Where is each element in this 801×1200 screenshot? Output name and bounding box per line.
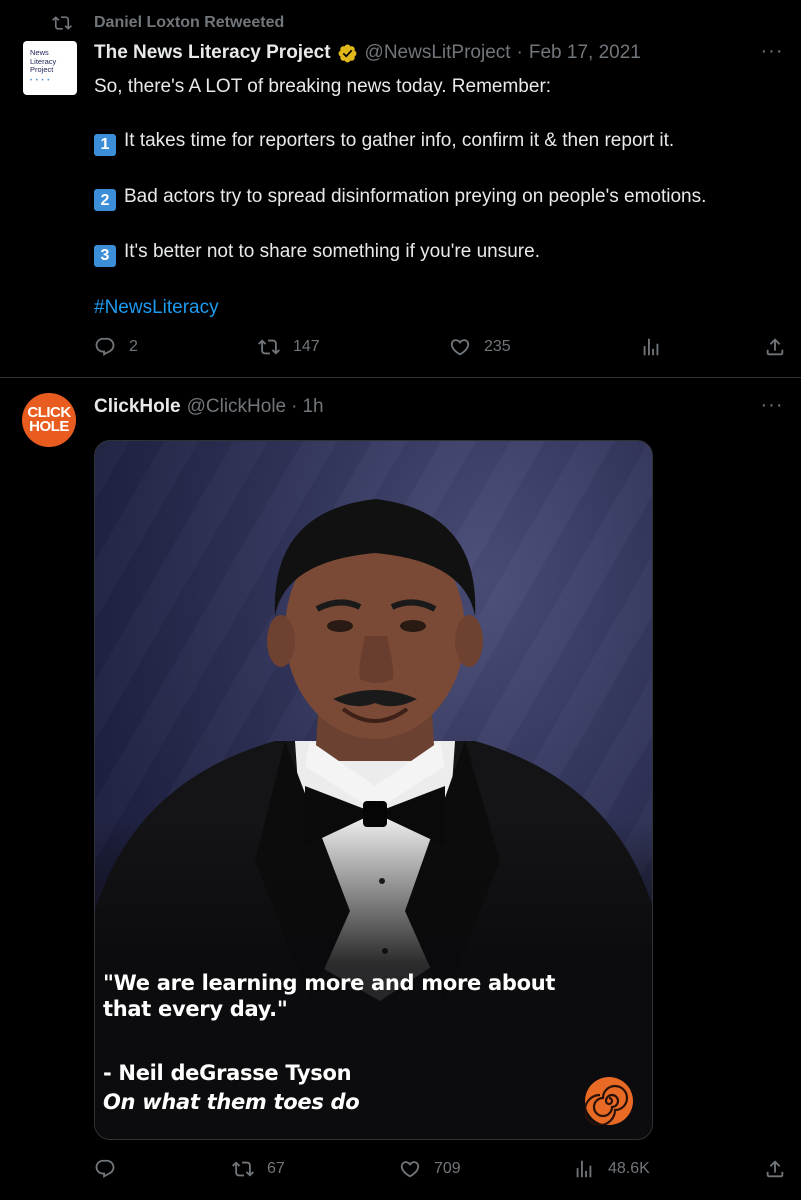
action-bar: 67 709 48.6K — [94, 1158, 794, 1182]
verified-badge-icon[interactable] — [337, 43, 358, 64]
avatar-logo-line2: HOLE — [29, 418, 69, 435]
retweet-button[interactable]: 67 — [232, 1158, 285, 1180]
point-2: 2 Bad actors try to spread disinformation… — [94, 183, 784, 211]
point-text: It's better not to share something if yo… — [124, 241, 540, 262]
point-1: 1 It takes time for reporters to gather i… — [94, 127, 784, 156]
analytics-icon — [643, 338, 659, 356]
author-name[interactable]: The News Literacy Project — [94, 42, 331, 64]
avatar[interactable]: News Literacy Project • • • • — [23, 41, 77, 95]
retweet-label: Daniel Loxton Retweeted — [94, 14, 285, 31]
author-handle[interactable]: @NewsLitProject — [365, 42, 511, 64]
more-icon[interactable]: ··· — [757, 40, 787, 63]
clickhole-logo-icon — [583, 1077, 633, 1127]
avatar-logo-text: News Literacy Project — [30, 48, 57, 74]
media-image[interactable]: "We are learning more and more about tha… — [94, 440, 653, 1140]
attribution-subtitle: On what them toes do — [103, 1090, 360, 1114]
hashtag-line: #NewsLiteracy — [94, 294, 784, 321]
tweet-date[interactable]: Feb 17, 2021 — [529, 42, 641, 64]
tweet-text: So, there's A LOT of breaking news today… — [94, 73, 784, 348]
keycap-number: 2 — [94, 189, 116, 211]
retweet-icon — [232, 1161, 254, 1177]
retweet-button[interactable]: 147 — [258, 336, 320, 358]
like-button[interactable]: 235 — [449, 336, 511, 358]
retweet-icon — [258, 339, 280, 355]
hashtag-link[interactable]: #NewsLiteracy — [94, 297, 219, 318]
tweet-news-literacy[interactable]: Daniel Loxton Retweeted News Literacy Pr… — [0, 0, 801, 378]
image-quote: "We are learning more and more about tha… — [103, 971, 556, 1021]
view-count: 48.6K — [608, 1160, 650, 1177]
analytics-button[interactable]: 48.6K — [573, 1158, 650, 1180]
image-attribution: - Neil deGrasse Tyson On what them toes … — [103, 1059, 360, 1117]
separator-dot: · — [291, 396, 298, 417]
reply-icon — [95, 337, 115, 356]
point-text: Bad actors try to spread disinformation … — [124, 185, 707, 207]
retweet-icon — [52, 16, 72, 30]
avatar-logo-dots: • • • • — [30, 77, 51, 84]
keycap-number: 1 — [94, 133, 116, 156]
more-icon[interactable]: ··· — [757, 394, 787, 417]
analytics-icon — [576, 1160, 592, 1178]
share-icon — [766, 338, 784, 356]
action-bar: 2 147 235 — [94, 336, 794, 360]
analytics-button[interactable] — [640, 336, 662, 358]
share-icon — [766, 1160, 784, 1178]
reply-count: 2 — [129, 338, 138, 355]
attribution-name: - Neil deGrasse Tyson — [103, 1061, 352, 1085]
like-button[interactable]: 709 — [399, 1158, 461, 1180]
like-icon — [400, 1161, 420, 1178]
like-count: 709 — [434, 1160, 461, 1177]
retweet-context[interactable]: Daniel Loxton Retweeted — [52, 13, 284, 33]
author-name[interactable]: ClickHole — [94, 396, 181, 418]
share-button[interactable] — [764, 1158, 786, 1180]
point-text: It takes time for reporters to gather in… — [124, 130, 675, 151]
tweet-header: The News Literacy Project @NewsLitProjec… — [94, 42, 641, 64]
like-count: 235 — [484, 338, 511, 355]
retweet-count: 67 — [267, 1160, 285, 1177]
point-3: 3 It's better not to share something if y… — [94, 238, 784, 267]
reply-button[interactable] — [94, 1158, 116, 1180]
tweet-time[interactable]: 1h — [302, 396, 323, 418]
like-icon — [450, 339, 470, 356]
share-button[interactable] — [764, 336, 786, 358]
keycap-number: 3 — [94, 244, 116, 267]
author-handle[interactable]: @ClickHole — [187, 396, 287, 418]
reply-button[interactable]: 2 — [94, 336, 138, 358]
retweet-count: 147 — [293, 338, 320, 355]
tweet-header: ClickHole @ClickHole · 1h — [94, 396, 324, 418]
separator-dot: · — [516, 42, 523, 63]
reply-icon — [95, 1159, 115, 1178]
tweet-intro: So, there's A LOT of breaking news today… — [94, 76, 552, 97]
avatar[interactable]: CLICK HOLE — [22, 393, 76, 447]
